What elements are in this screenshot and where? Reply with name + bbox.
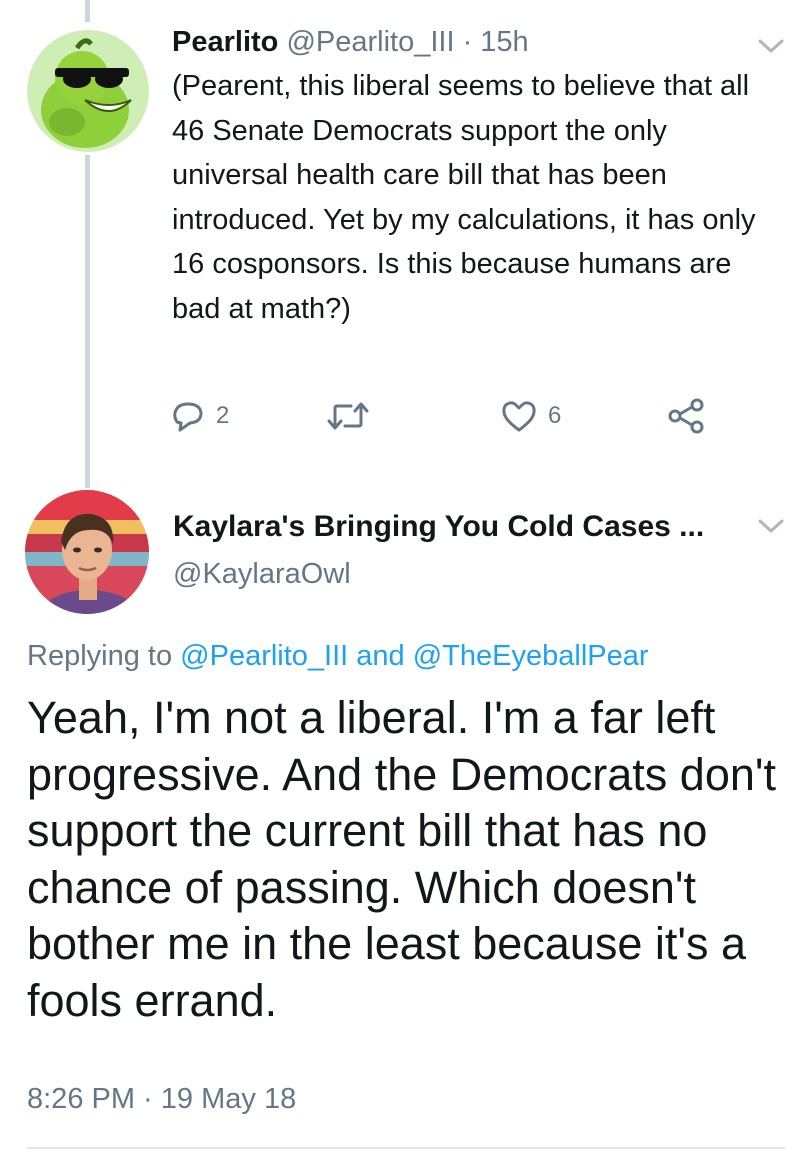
avatar[interactable]	[25, 490, 149, 614]
tweet-time: 8:26 PM	[27, 1083, 135, 1115]
tweet-time[interactable]: 15h	[480, 26, 528, 58]
share-icon	[668, 398, 704, 434]
reply-count: 2	[216, 402, 230, 429]
user-handle[interactable]: @KaylaraOwl	[173, 558, 351, 591]
like-icon	[502, 401, 536, 432]
divider	[27, 1147, 785, 1149]
mention-link[interactable]: @TheEyeballPear	[413, 640, 649, 672]
tweet-text: (Pearent, this liberal seems to believe …	[172, 70, 756, 325]
mention-link[interactable]: @Pearlito_III	[180, 640, 348, 672]
reply-button[interactable]: 2	[170, 398, 229, 434]
like-count: 6	[548, 402, 562, 429]
tweet-timestamp[interactable]: 8:26 PM · 19 May 18	[27, 1083, 296, 1116]
user-handle[interactable]: @Pearlito_III	[286, 26, 454, 58]
thread-line	[85, 155, 90, 488]
display-name[interactable]: Pearlito	[172, 26, 278, 58]
share-button[interactable]	[666, 398, 706, 434]
header-separator: ·	[454, 26, 481, 58]
replying-and[interactable]: and	[348, 640, 413, 672]
replying-to: Replying to @Pearlito_III and @TheEyebal…	[27, 640, 649, 673]
thread-line-top	[85, 0, 90, 22]
reply-icon	[173, 402, 203, 432]
replying-prefix: Replying to	[27, 640, 181, 672]
display-name[interactable]: Kaylara's Bringing You Cold Cases ...	[173, 510, 704, 544]
retweet-icon	[327, 402, 369, 430]
tweet-text: Yeah, I'm not a liberal. I'm a far left …	[27, 692, 776, 1026]
retweet-button[interactable]	[325, 398, 381, 434]
like-button[interactable]: 6	[500, 398, 561, 434]
timestamp-separator: ·	[135, 1083, 161, 1115]
chevron-down-icon[interactable]	[756, 516, 786, 536]
chevron-down-icon[interactable]	[756, 36, 786, 56]
tweet-actions: 2 6	[170, 398, 730, 438]
tweet-header: Pearlito @Pearlito_III · 15h	[172, 20, 772, 64]
tweet-date: 19 May 18	[160, 1083, 297, 1115]
avatar[interactable]	[27, 30, 149, 152]
